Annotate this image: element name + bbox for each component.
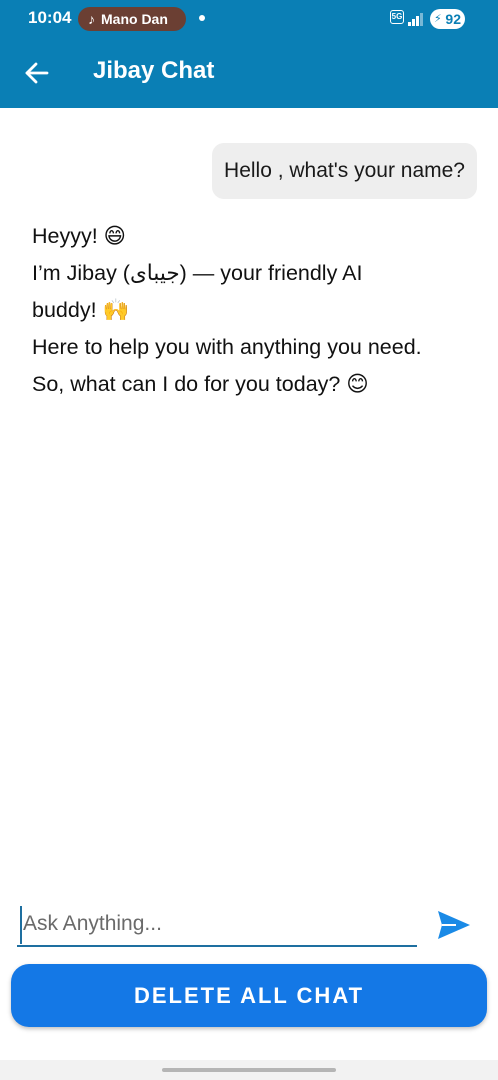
- bot-message: Heyyy! 😄 I’m Jibay (جیبای) — your friend…: [32, 218, 472, 403]
- message-input-container: [17, 902, 417, 947]
- media-label: Mano Dan: [101, 11, 168, 27]
- page-title: Jibay Chat: [93, 57, 215, 84]
- navigation-bar: [0, 1060, 498, 1080]
- message-input[interactable]: [17, 902, 417, 945]
- delete-all-chat-button[interactable]: DELETE ALL CHAT: [11, 964, 487, 1027]
- bot-message-line: Heyyy! 😄: [32, 224, 127, 248]
- bot-message-line: So, what can I do for you today? 😊: [32, 372, 369, 396]
- network-type-icon: 5G: [390, 10, 404, 24]
- signal-strength-icon: [408, 12, 426, 26]
- back-button[interactable]: [20, 55, 56, 91]
- send-icon: [438, 911, 470, 939]
- status-bar: 10:04 ♪ Mano Dan 5G ⚡ 92: [0, 0, 498, 38]
- bot-message-line: buddy! 🙌: [32, 298, 130, 322]
- chat-list[interactable]: Hello , what's your name? Heyyy! 😄 I’m J…: [0, 108, 498, 888]
- user-message-bubble: Hello , what's your name?: [212, 143, 477, 199]
- battery-icon: ⚡ 92: [430, 9, 465, 29]
- send-button[interactable]: [436, 909, 472, 941]
- bot-message-line: Here to help you with anything you need.: [32, 335, 422, 359]
- home-indicator[interactable]: [162, 1068, 336, 1072]
- arrow-left-icon: [25, 62, 49, 84]
- music-note-icon: ♪: [88, 11, 95, 27]
- status-time: 10:04: [28, 8, 72, 27]
- charging-bolt-icon: ⚡: [434, 13, 442, 25]
- battery-level: 92: [445, 11, 461, 27]
- bot-message-line: I’m Jibay (جیبای) — your friendly AI: [32, 261, 363, 285]
- app-bar: Jibay Chat: [0, 38, 498, 108]
- notification-dot: [199, 15, 205, 21]
- media-playing-pill[interactable]: ♪ Mano Dan: [78, 7, 186, 31]
